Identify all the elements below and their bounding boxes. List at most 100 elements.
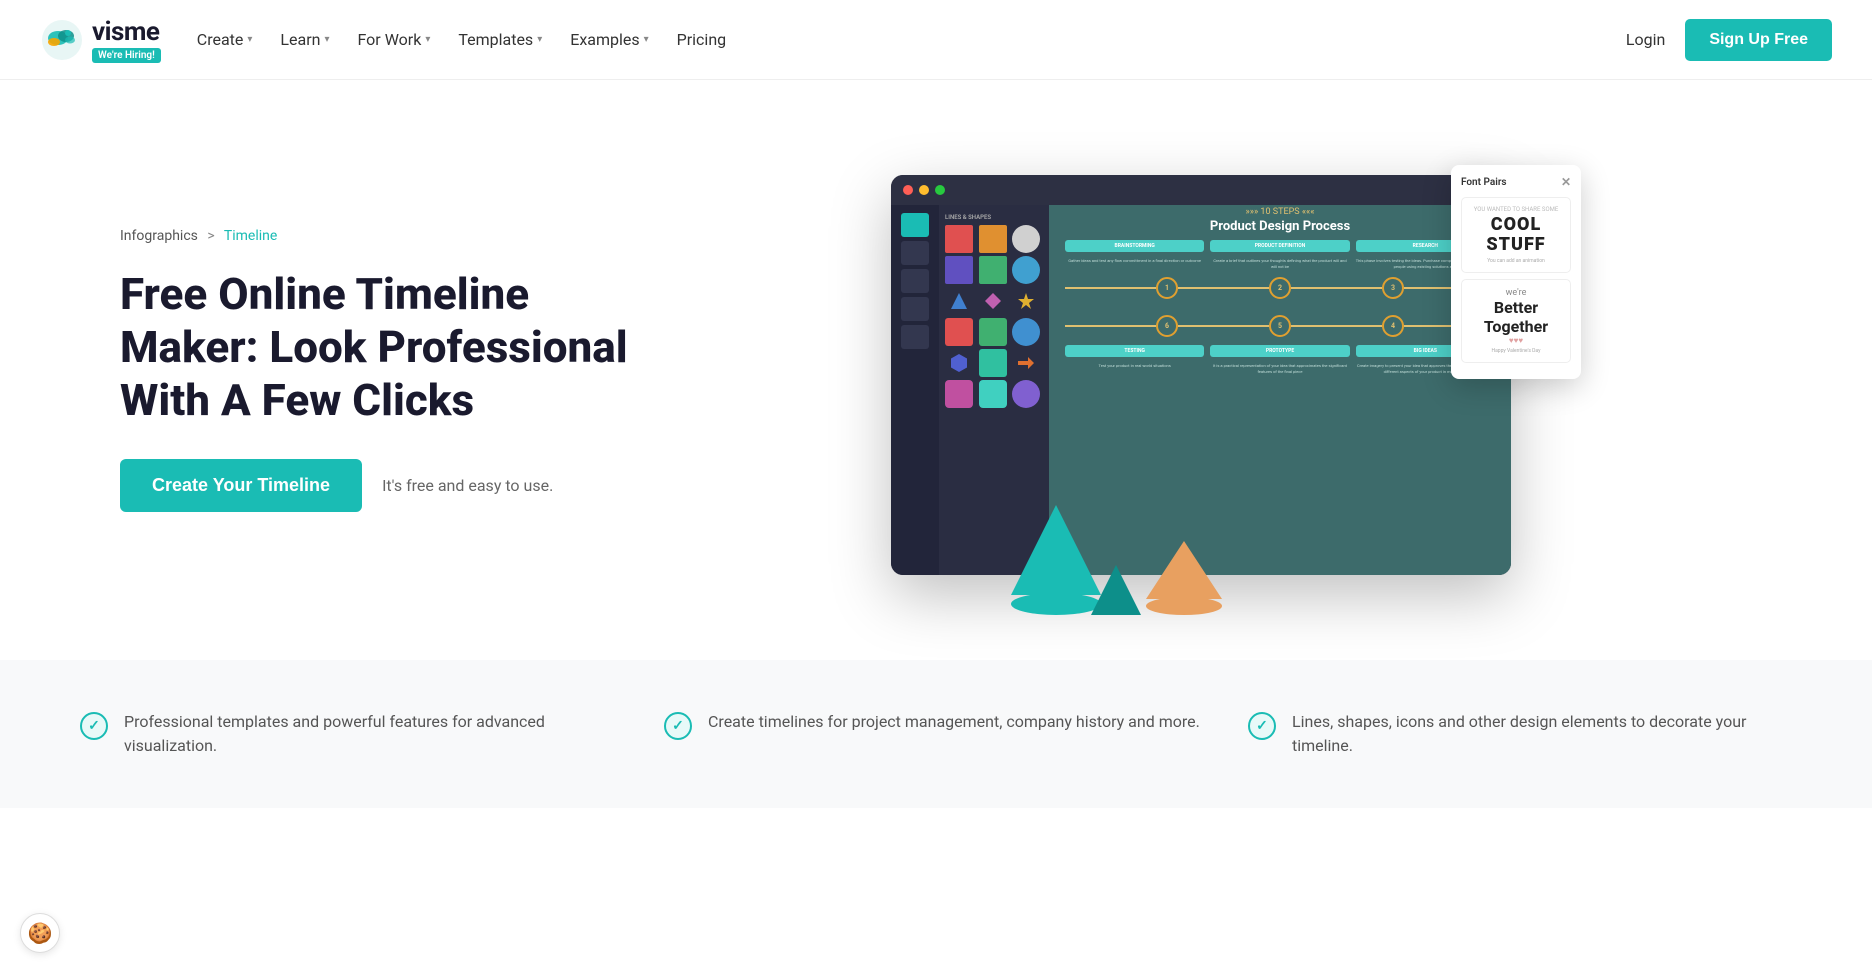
tl-box-2: PRODUCT DEFINITION: [1210, 240, 1349, 252]
nav-templates[interactable]: Templates ▾: [458, 30, 542, 49]
shape-diamond[interactable]: [979, 287, 1007, 315]
shape-purple[interactable]: [945, 256, 973, 284]
timeline-desc-bottom: Test your product in real world situatio…: [1049, 363, 1511, 374]
shape-red[interactable]: [945, 225, 973, 253]
breadcrumb-parent[interactable]: Infographics: [120, 228, 198, 244]
editor-sidebar: [891, 205, 939, 575]
tl-desc-1: Gather ideas and test any flow committme…: [1065, 258, 1204, 269]
feature-text-3: Lines, shapes, icons and other design el…: [1292, 710, 1792, 758]
nav-forwork[interactable]: For Work ▾: [358, 30, 431, 49]
screen-topbar: [891, 175, 1511, 205]
tl-box-4: TESTING: [1065, 345, 1204, 357]
font-tagline1: You can add an animation: [1468, 258, 1564, 264]
check-mark-2: ✓: [672, 718, 684, 734]
chevron-down-icon: ▾: [537, 34, 542, 45]
feature-check-icon-3: ✓: [1248, 712, 1276, 740]
cone-teal-shape: [1011, 505, 1101, 595]
canvas-arrow-deco: »»» 10 STEPS «««: [1049, 205, 1511, 219]
sidebar-bg-icon[interactable]: [901, 325, 929, 349]
sidebar-text-icon[interactable]: [901, 241, 929, 265]
timeline-line: [1065, 287, 1156, 289]
cone-orange-group: [1146, 541, 1222, 615]
chevron-down-icon: ▾: [644, 34, 649, 45]
shape-circle-blue[interactable]: [1012, 256, 1040, 284]
breadcrumb-separator: >: [207, 228, 214, 244]
cone-teal-group: [1011, 505, 1101, 615]
login-button[interactable]: Login: [1626, 30, 1665, 49]
feature-check-icon-1: ✓: [80, 712, 108, 740]
shape-circle2[interactable]: [1012, 318, 1040, 346]
canvas-title: Product Design Process: [1049, 219, 1511, 240]
create-timeline-button[interactable]: Create Your Timeline: [120, 459, 362, 512]
chevron-down-icon: ▾: [425, 34, 430, 45]
nav-create[interactable]: Create ▾: [197, 30, 253, 49]
shape-triangle-blue[interactable]: [945, 287, 973, 315]
shape-cyan[interactable]: [979, 380, 1007, 408]
sidebar-chart-icon[interactable]: [901, 297, 929, 321]
hero-title: Free Online Timeline Maker: Look Profess…: [120, 268, 670, 426]
font-option-cool[interactable]: YOU WANTED TO SHARE SOME COOL STUFF You …: [1461, 197, 1571, 273]
chevron-down-icon: ▾: [324, 34, 329, 45]
breadcrumb: Infographics > Timeline: [120, 228, 670, 244]
shape-star[interactable]: [1012, 287, 1040, 315]
window-maximize-dot: [935, 185, 945, 195]
logo-text: visme We're Hiring!: [92, 17, 161, 63]
font-pairs-panel: Font Pairs ✕ YOU WANTED TO SHARE SOME CO…: [1451, 165, 1581, 379]
nav-examples[interactable]: Examples ▾: [570, 30, 648, 49]
cookie-button[interactable]: 🍪: [20, 913, 60, 953]
shape-arrow[interactable]: [1012, 349, 1040, 377]
timeline-top-boxes: BRAINSTORMING PRODUCT DEFINITION RESEARC…: [1049, 240, 1511, 258]
nav-pricing[interactable]: Pricing: [677, 30, 727, 49]
sidebar-media-icon[interactable]: [901, 269, 929, 293]
tl-circle-2: 2: [1269, 277, 1291, 299]
signup-button[interactable]: Sign Up Free: [1685, 19, 1832, 61]
feature-item-3: ✓ Lines, shapes, icons and other design …: [1248, 710, 1792, 758]
shape-red2[interactable]: [945, 318, 973, 346]
navbar: visme We're Hiring! Create ▾ Learn ▾ For…: [0, 0, 1872, 80]
tl-desc-5: It is a practical representation of your…: [1210, 363, 1349, 374]
font-tagline2: Happy Valentine's Day: [1468, 348, 1564, 354]
hero-content: Infographics > Timeline Free Online Time…: [120, 228, 670, 511]
logo-name: visme: [92, 17, 161, 47]
shape-circle-gray[interactable]: [1012, 225, 1040, 253]
font-stuff-text: STUFF: [1468, 234, 1564, 255]
breadcrumb-current: Timeline: [224, 228, 277, 244]
tl-circle-1: 1: [1156, 277, 1178, 299]
shape-teal[interactable]: [979, 349, 1007, 377]
feature-text-2: Create timelines for project management,…: [708, 710, 1200, 734]
hero-section: Infographics > Timeline Free Online Time…: [0, 80, 1872, 660]
timeline-line: [1291, 325, 1382, 327]
shapes-label: LINES & SHAPES: [945, 211, 1043, 225]
tl-circle-6: 6: [1156, 315, 1178, 337]
cone-small-shape: [1091, 565, 1141, 615]
feature-item-2: ✓ Create timelines for project managemen…: [664, 710, 1208, 758]
tl-box-5: PROTOTYPE: [1210, 345, 1349, 357]
tl-desc-2: Create a brief that outlines your though…: [1210, 258, 1349, 269]
window-minimize-dot: [919, 185, 929, 195]
shape-hex[interactable]: [945, 349, 973, 377]
shape-green2[interactable]: [979, 318, 1007, 346]
shape-purple2[interactable]: [1012, 380, 1040, 408]
logo[interactable]: visme We're Hiring!: [40, 17, 161, 63]
window-close-dot: [903, 185, 913, 195]
feature-item-1: ✓ Professional templates and powerful fe…: [80, 710, 624, 758]
font-tag: YOU WANTED TO SHARE SOME: [1468, 206, 1564, 213]
feature-check-icon-2: ✓: [664, 712, 692, 740]
features-section: ✓ Professional templates and powerful fe…: [0, 660, 1872, 808]
hiring-badge: We're Hiring!: [92, 48, 161, 63]
hero-illustration: LINES & SHAPES: [670, 140, 1792, 600]
shape-orange[interactable]: [979, 225, 1007, 253]
shape-green[interactable]: [979, 256, 1007, 284]
nav-learn[interactable]: Learn ▾: [280, 30, 329, 49]
shape-pink[interactable]: [945, 380, 973, 408]
sidebar-shapes-icon[interactable]: [901, 213, 929, 237]
cta-row: Create Your Timeline It's free and easy …: [120, 459, 670, 512]
font-panel-close[interactable]: ✕: [1561, 175, 1571, 189]
timeline-line: [1178, 287, 1269, 289]
font-option-together[interactable]: we're Better Together ♥♥♥ Happy Valentin…: [1461, 279, 1571, 363]
timeline-row-top: 1 2 3: [1049, 269, 1511, 307]
tl-desc-4: Test your product in real world situatio…: [1065, 363, 1204, 374]
shapes-grid: [945, 225, 1043, 408]
check-mark-3: ✓: [1256, 718, 1268, 734]
font-together-text: Better Together: [1468, 298, 1564, 336]
